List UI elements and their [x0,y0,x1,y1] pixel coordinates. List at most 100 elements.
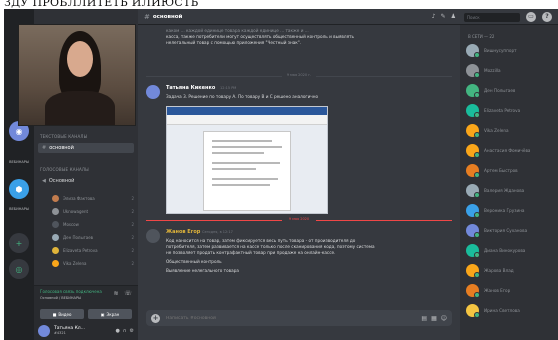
voice-user[interactable]: Elizaveta Petrova 2 [52,246,134,255]
header-icons: ♪ ✎ ♟ [432,13,456,20]
member-item[interactable]: Mozzilla [466,61,556,79]
voice-user-count: 2 [131,248,134,253]
member-item[interactable]: Ирина Светлова [466,301,556,319]
member-name: Elizaveta Petrova [484,107,521,113]
noise-icon[interactable]: ≋ [112,290,120,298]
settings-icon[interactable]: ⚙ [130,328,134,334]
server-icon[interactable]: ⬢ [9,179,29,199]
date-label: 9 мая 2020 г. [282,73,316,77]
hash-icon: # [144,12,150,21]
video-button[interactable]: ■ Видео [40,309,84,319]
member-item[interactable]: Ден Полыгаев [466,81,556,99]
voice-user[interactable]: Элиза Фактова 2 [52,194,134,203]
member-name: Анастасия Фомичёва [484,147,531,153]
voice-status-panel: Голосовая связь подключена Основной / ВЕ… [34,285,138,307]
voice-user-count: 2 [131,196,134,201]
member-name: Ден Полыгаев [484,87,516,93]
members-toolbar: Поиск ▭ ? [460,9,558,25]
pin-icon[interactable]: ✎ [441,13,446,20]
avatar [466,303,480,318]
text-line [212,140,272,142]
attach-plus-icon[interactable]: + [151,313,160,323]
voice-user[interactable]: Moscow 2 [52,220,134,229]
voice-channel-main[interactable]: ◀ Основной [38,176,134,186]
bell-icon[interactable]: ♪ [432,13,436,20]
message-line: Выявление нелегального товара [166,268,239,273]
avatar [52,208,59,215]
message-line: не позволяет продать контрафактный товар… [166,250,336,255]
members-icon[interactable]: ♟ [451,13,456,20]
chat-header: # основной ♪ ✎ ♟ [138,9,460,25]
member-name: Валерия Жданова [484,187,525,193]
avatar [466,123,480,138]
avatar [466,243,480,258]
message-input[interactable] [166,315,422,321]
member-item[interactable]: Виктория Суханова [466,221,556,239]
image-attachment[interactable] [166,106,328,214]
avatar [466,143,480,158]
text-line [212,178,278,180]
voice-user-name: Moscow [63,222,79,227]
voice-user-name: Vika Zelena [63,261,87,266]
mic-icon[interactable]: ● [115,328,119,334]
avatar [466,263,480,278]
avatar[interactable] [146,85,160,99]
text-line [212,146,282,148]
member-item[interactable]: Анастасия Фомичёва [466,141,556,159]
screen-share-button[interactable]: ▣ Экран [88,309,132,319]
avatar[interactable] [146,229,160,243]
help-icon[interactable]: ? [542,12,552,22]
user-controls: ● ∩ ⚙ [115,328,134,334]
voice-user-name: Uknowagent [63,209,89,214]
member-name: Жанов Егор [484,287,511,293]
hash-icon: # [42,145,47,151]
message-line: Общественный контроль [166,259,222,264]
message-author[interactable]: Татьяна Кикенко [166,85,215,91]
inbox-icon[interactable]: ▭ [526,12,536,22]
avatar [466,43,480,58]
voice-channel-label: Основной [48,178,75,184]
emoji-icon[interactable]: ☺ [441,315,447,322]
text-line [212,152,264,154]
voice-user-count: 2 [131,235,134,240]
voice-category[interactable]: ГОЛОСОВЫЕ КАНАЛЫ [40,167,89,172]
member-item[interactable]: Вероника Грузина [466,201,556,219]
avatar [52,195,59,202]
member-item[interactable]: Жанов Егор [466,281,556,299]
members-heading: В СЕТИ — 22 [468,34,495,39]
avatar [52,247,59,254]
member-item[interactable]: Валерия Жданова [466,181,556,199]
voice-location-label: Основной / ВЕБИНАРЫ [40,296,82,300]
member-item[interactable]: Vika Zelena [466,121,556,139]
webcam-overlay [18,24,136,126]
gift-icon[interactable]: ▤ [421,315,427,322]
voice-user-name: Ден Полыгаев [63,235,94,240]
avatar [52,260,59,267]
member-item[interactable]: Артем Быстров [466,161,556,179]
add-server-icon[interactable]: + [9,233,29,253]
media-row: ■ Видео ▣ Экран [34,307,138,321]
search-input[interactable]: Поиск [464,13,520,22]
member-item[interactable]: Жарова Влад [466,261,556,279]
message-author[interactable]: Жанов Егор [166,229,200,235]
disconnect-icon[interactable]: ☏ [124,290,132,298]
channel-item-main[interactable]: # основной [38,143,134,153]
voice-user[interactable]: Ден Полыгаев 2 [52,233,134,242]
text-category[interactable]: ТЕКСТОВЫЕ КАНАЛЫ [40,134,87,139]
voice-user[interactable]: Uknowagent 2 [52,207,134,216]
camera-icon: ■ [52,311,57,317]
message-time: Сегодня, в 12:17 [202,230,233,234]
avatar [52,221,59,228]
user-info: Татьяна Кл... #4321 [54,326,85,335]
member-name: Диана Винокурова [484,247,526,253]
member-item[interactable]: Вишнусуппорт [466,41,556,59]
caption-strip: ЗДУ ПРОБЛЛИТЕТЬ ИЛИЮСТЬ [0,0,558,9]
avatar[interactable] [38,324,50,337]
avatar [52,234,59,241]
gif-icon[interactable]: ▦ [431,315,437,322]
voice-user[interactable]: Vika Zelena 2 [52,259,134,268]
member-item[interactable]: Elizaveta Petrova [466,101,556,119]
member-item[interactable]: Диана Винокурова [466,241,556,259]
explore-icon[interactable]: ◎ [9,259,29,279]
headphones-icon[interactable]: ∩ [123,328,127,334]
